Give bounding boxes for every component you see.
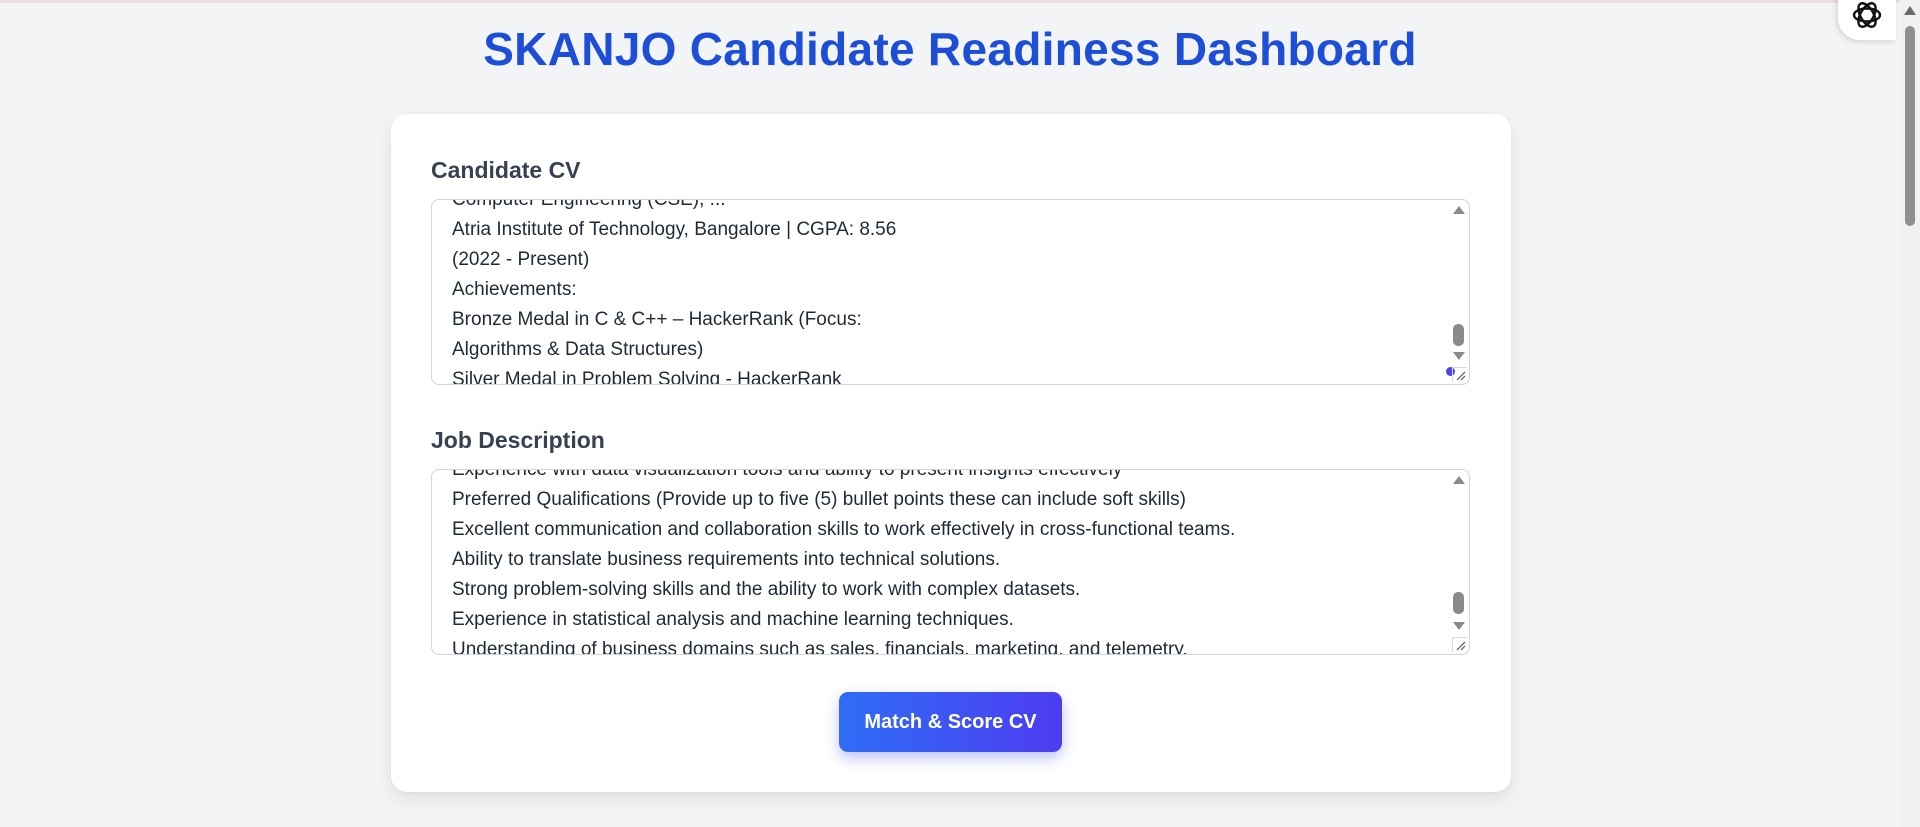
- jd-label: Job Description: [431, 427, 605, 453]
- jd-line: Preferred Qualifications (Provide up to …: [452, 489, 1186, 510]
- cv-textarea[interactable]: Computer Engineering (CSE), ... Atria In…: [431, 199, 1470, 385]
- page-title: SKANJO Candidate Readiness Dashboard: [483, 23, 1417, 75]
- jd-scroll-down-icon[interactable]: [1453, 622, 1465, 630]
- cv-scroll-up-icon[interactable]: [1453, 206, 1465, 214]
- cv-line: Bronze Medal in C & C++ – HackerRank (Fo…: [452, 309, 862, 330]
- cv-misspelled-word: HackerRank: [737, 369, 842, 385]
- cv-line: Algorithms & Data Structures): [452, 339, 704, 360]
- jd-line: Experience in statistical analysis and m…: [452, 609, 1014, 630]
- cv-line: (2022 - Present): [452, 249, 590, 270]
- cv-line: Atria Institute of Technology, Bangalore…: [452, 219, 897, 240]
- cv-scrollbar[interactable]: [1449, 202, 1467, 362]
- jd-scrollbar[interactable]: [1449, 472, 1467, 632]
- form-card: Candidate CV Computer Engineering (CSE),…: [391, 114, 1511, 792]
- jd-line: Excellent communication and collaboratio…: [452, 519, 1236, 540]
- jd-line: Ability to translate business requiremen…: [452, 549, 1001, 570]
- top-border: [0, 0, 1900, 3]
- cv-scroll-down-icon[interactable]: [1453, 352, 1465, 360]
- jd-partial-line: Experience with data visualization tools…: [452, 469, 1123, 480]
- cv-line-last: Silver Medal in Problem Solving - Hacker…: [452, 365, 1439, 385]
- cv-text: Computer Engineering (CSE), ... Atria In…: [452, 199, 1439, 385]
- cv-partial-line: Computer Engineering (CSE), ...: [452, 199, 726, 210]
- jd-scroll-up-icon[interactable]: [1453, 476, 1465, 484]
- cv-line: Achievements:: [452, 279, 577, 300]
- cv-scroll-thumb[interactable]: [1453, 324, 1464, 346]
- jd-line: Strong problem-solving skills and the ab…: [452, 579, 1081, 600]
- page-scroll-up-icon[interactable]: [1904, 6, 1916, 15]
- jd-scroll-thumb[interactable]: [1453, 592, 1464, 614]
- jd-line: Understanding of business domains such a…: [452, 639, 1188, 655]
- jd-text: Experience with data visualization tools…: [452, 469, 1439, 655]
- jd-resize-handle-icon[interactable]: [1452, 637, 1467, 652]
- page-scrollbar[interactable]: [1900, 0, 1920, 827]
- match-score-button[interactable]: Match & Score CV: [839, 692, 1062, 752]
- cv-resize-handle-icon[interactable]: [1452, 367, 1467, 382]
- cv-label: Candidate CV: [431, 157, 581, 183]
- cv-last-prefix: Silver Medal in Problem Solving -: [452, 369, 738, 385]
- extension-button[interactable]: [1838, 0, 1896, 40]
- page-scroll-thumb[interactable]: [1905, 26, 1915, 226]
- jd-textarea[interactable]: Experience with data visualization tools…: [431, 469, 1470, 655]
- openai-logo-icon: [1852, 2, 1882, 28]
